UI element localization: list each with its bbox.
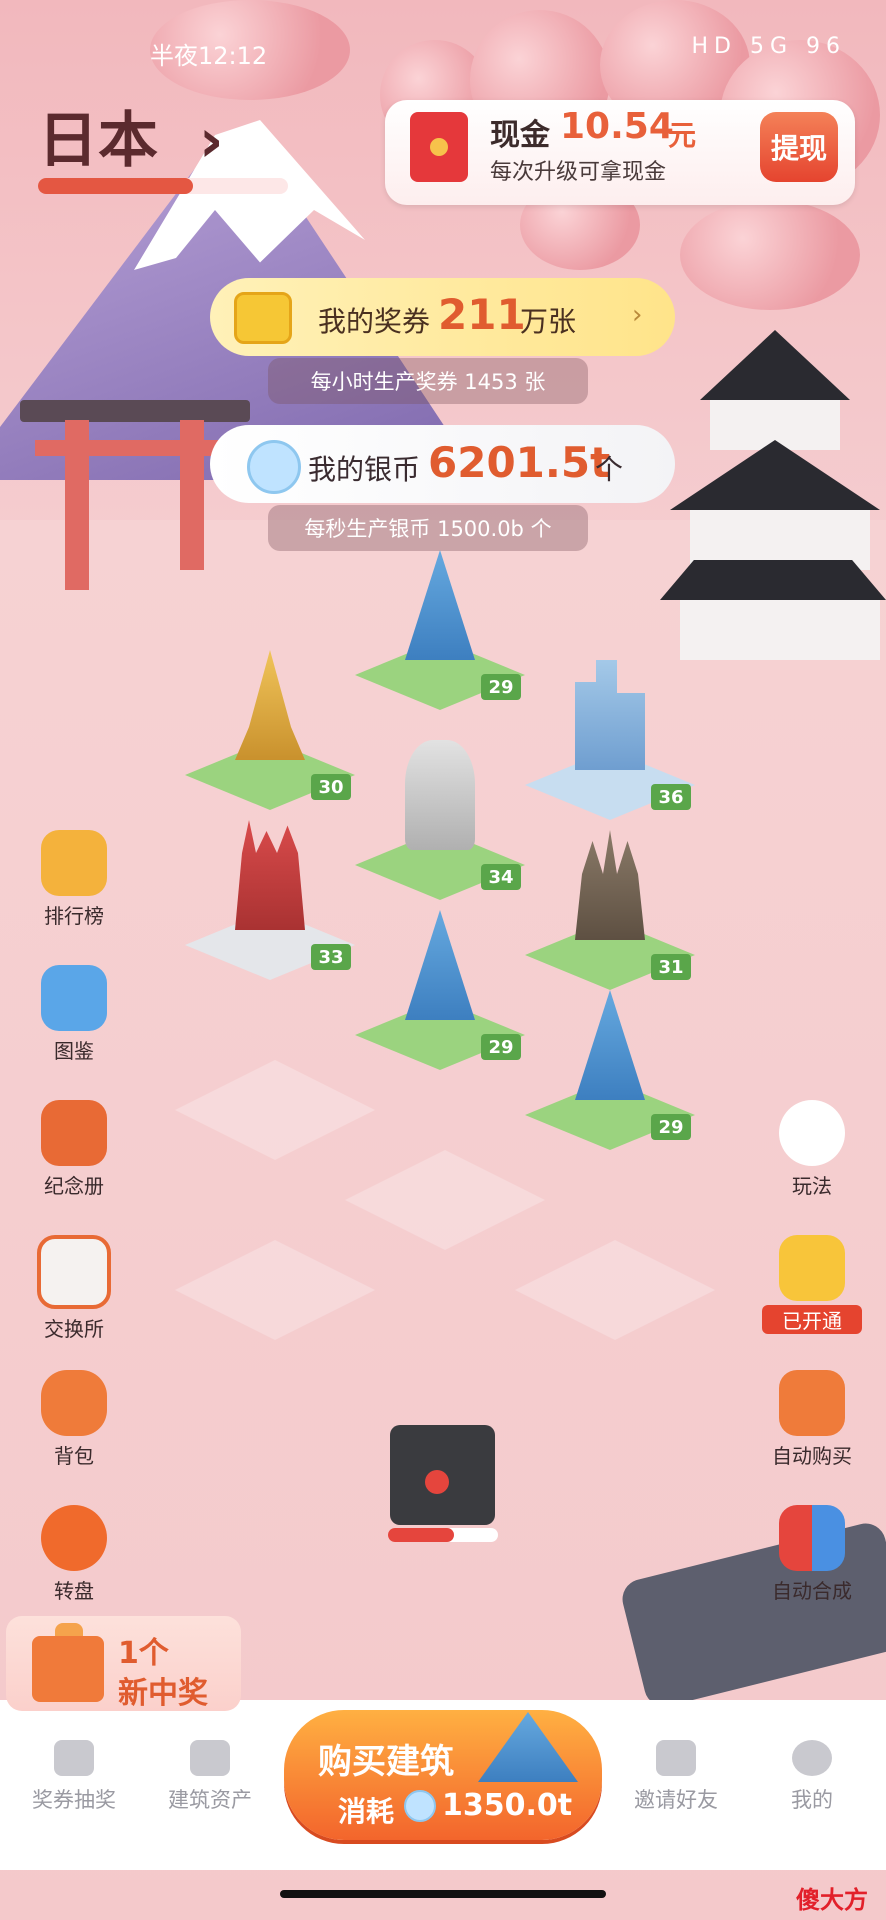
building-level: 34 [481,864,521,890]
coins-amount: 6201.5t [428,438,611,487]
how-to-play-button[interactable]: 玩法 [762,1100,862,1199]
home-indicator[interactable] [280,1890,606,1898]
buy-title: 购买建筑 [318,1742,454,1782]
silver-coin-icon [247,440,301,494]
japanese-castle [660,330,886,660]
gift-box-icon [32,1636,104,1702]
album-button[interactable]: 图鉴 [24,965,124,1064]
voucher-rate: 每小时生产奖券 1453 张 [268,358,588,404]
building-tile[interactable]: 30 [185,650,355,810]
lottery-icon [54,1740,94,1776]
prize-count: 1个 [118,1636,169,1671]
cash-subtitle: 每次升级可拿现金 [490,160,667,185]
cash-label: 现金 [490,118,550,153]
auto-buy-button[interactable]: 自动购买 [762,1370,862,1469]
building-tile[interactable]: 34 [355,740,525,900]
wheel-icon [41,1505,107,1571]
building-tile[interactable]: 29 [355,910,525,1070]
buy-cost: 1350.0t [442,1788,573,1823]
memorial-book-button[interactable]: 纪念册 [24,1100,124,1199]
torii-gate-top [20,400,250,422]
building-tile[interactable]: 31 [525,830,695,990]
building-level: 29 [481,1034,521,1060]
leaderboard-button[interactable]: 排行榜 [24,830,124,929]
building-level: 29 [481,674,521,700]
mystery-box-lock-icon [425,1470,449,1494]
book-icon [41,1100,107,1166]
tab-invite[interactable]: 邀请好友 [606,1740,746,1814]
album-label: 图鉴 [54,1039,94,1063]
chevron-right-icon: › [632,300,643,330]
country-name: 日本 [38,106,158,176]
profile-icon [792,1740,832,1776]
backpack-label: 背包 [54,1444,94,1468]
building-tile[interactable]: 29 [355,550,525,710]
red-envelope-icon [410,112,468,182]
tab-profile[interactable]: 我的 [742,1740,882,1814]
trophy-icon [41,830,107,896]
auto-buy-label: 自动购买 [772,1444,852,1468]
cash-unit: 元 [668,119,697,152]
backpack-button[interactable]: 背包 [24,1370,124,1469]
torii-gate-pillar [65,420,89,590]
prize-text: 新中奖 [118,1676,208,1711]
tab-assets[interactable]: 建筑资产 [140,1740,280,1814]
withdraw-button[interactable]: 提现 [760,112,838,182]
voucher-ticket-icon [234,292,292,344]
buy-cost-label: 消耗 [338,1795,395,1828]
coins-label: 我的银币 [308,453,421,486]
building-level: 36 [651,784,691,810]
exchange-button[interactable]: 交换所 [24,1235,124,1342]
shop-icon [37,1235,111,1309]
watermark: 傻大方 [796,1886,868,1914]
wheel-label: 转盘 [54,1579,94,1603]
gamepad-icon [779,1100,845,1166]
building-tile[interactable]: 33 [185,820,355,980]
tab-profile-label: 我的 [791,1788,833,1812]
mystery-box-progress-fill [388,1528,454,1542]
how-to-play-label: 玩法 [792,1174,832,1198]
activated-button[interactable]: 已开通 [762,1235,862,1334]
status-icons: HD 5G 96 [691,34,846,59]
assets-icon [190,1740,230,1776]
country-progress-fill [38,178,193,194]
country-selector[interactable]: 日本 › [38,92,224,179]
torii-gate-pillar [180,420,204,570]
tab-assets-label: 建筑资产 [168,1788,252,1812]
vouchers-unit: 万张 [520,305,577,338]
tab-invite-label: 邀请好友 [634,1788,718,1812]
exchange-label: 交换所 [44,1317,104,1341]
friends-icon [656,1740,696,1776]
wheel-button[interactable]: 转盘 [24,1505,124,1604]
status-bar: 半夜12:12 HD 5G 96 [0,0,886,70]
album-icon [41,965,107,1031]
auto-merge-icon [779,1505,845,1571]
auto-merge-label: 自动合成 [772,1579,852,1603]
building-level: 30 [311,774,351,800]
cash-amount: 10.54 [560,106,674,147]
silver-coin-icon [404,1790,436,1822]
building-tile[interactable]: 36 [525,660,695,820]
vouchers-label: 我的奖券 [318,305,431,338]
tab-lottery[interactable]: 奖券抽奖 [4,1740,144,1814]
leaderboard-label: 排行榜 [44,904,104,928]
coin-rate: 每秒生产银币 1500.0b 个 [268,505,588,551]
auto-buy-icon [779,1370,845,1436]
building-level: 33 [311,944,351,970]
tab-lottery-label: 奖券抽奖 [32,1788,116,1812]
building-level: 29 [651,1114,691,1140]
building-level: 31 [651,954,691,980]
activated-label: 已开通 [762,1305,862,1334]
backpack-icon [41,1370,107,1436]
equestrian-statue-icon [405,740,475,850]
chevron-right-icon: › [198,106,224,176]
crown-icon [779,1235,845,1301]
building-tile[interactable]: 29 [525,990,695,1150]
blossom-tree [680,200,860,310]
vouchers-amount: 211 [438,290,526,339]
coins-unit: 个 [595,453,624,486]
memorial-book-label: 纪念册 [44,1174,104,1198]
status-time: 半夜12:12 [150,42,268,70]
auto-merge-button[interactable]: 自动合成 [762,1505,862,1604]
